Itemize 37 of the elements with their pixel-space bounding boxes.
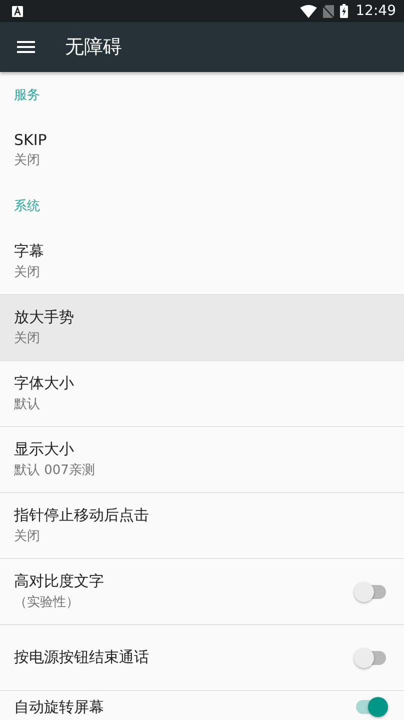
item-title: 高对比度文字 (14, 572, 105, 591)
item-summary: （实验性） (14, 594, 80, 611)
no-sim-icon (322, 4, 334, 18)
settings-item[interactable]: SKIP 关闭 (0, 117, 404, 183)
settings-item[interactable]: 高对比度文字 （实验性） (0, 558, 404, 624)
item-summary: 默认 007亲测 (14, 462, 96, 479)
item-summary: 关闭 (14, 330, 41, 347)
item-title: 显示大小 (14, 440, 75, 459)
section-header: 服务 (13, 86, 41, 104)
notification-icon (12, 6, 23, 16)
item-title: 自动旋转屏幕 (14, 698, 105, 716)
clock: 12:49 (356, 3, 396, 19)
settings-item[interactable]: 放大手势 关闭 (0, 294, 404, 360)
item-title: 指针停止移动后点击 (14, 506, 150, 525)
settings-item[interactable]: 字幕 关闭 (0, 228, 404, 294)
settings-item[interactable]: 字体大小 默认 (0, 360, 404, 426)
item-title: 字幕 (14, 242, 45, 260)
item-title: 放大手势 (14, 308, 75, 327)
section-header: 系统 (13, 198, 41, 216)
settings-item[interactable]: 按电源按钮结束通话 (0, 624, 404, 690)
item-title: 按电源按钮结束通话 (14, 648, 150, 667)
toggle-switch[interactable] (354, 648, 388, 668)
settings-item[interactable]: 显示大小 默认 007亲测 (0, 426, 404, 492)
screen-title: 无障碍 (65, 35, 122, 60)
toggle-switch[interactable] (354, 582, 388, 602)
item-summary: 关闭 (14, 528, 41, 545)
wifi-icon (300, 4, 317, 18)
item-title: SKIP (14, 131, 48, 149)
settings-item[interactable]: 自动旋转屏幕 (0, 690, 404, 720)
item-summary: 关闭 (14, 264, 41, 280)
toggle-switch[interactable] (354, 697, 388, 717)
item-summary: 默认 (14, 396, 41, 413)
battery-charging-icon (340, 4, 348, 18)
item-summary: 关闭 (14, 152, 41, 169)
settings-item[interactable]: 指针停止移动后点击 关闭 (0, 492, 404, 558)
menu-icon[interactable] (17, 41, 35, 53)
item-title: 字体大小 (14, 374, 75, 393)
